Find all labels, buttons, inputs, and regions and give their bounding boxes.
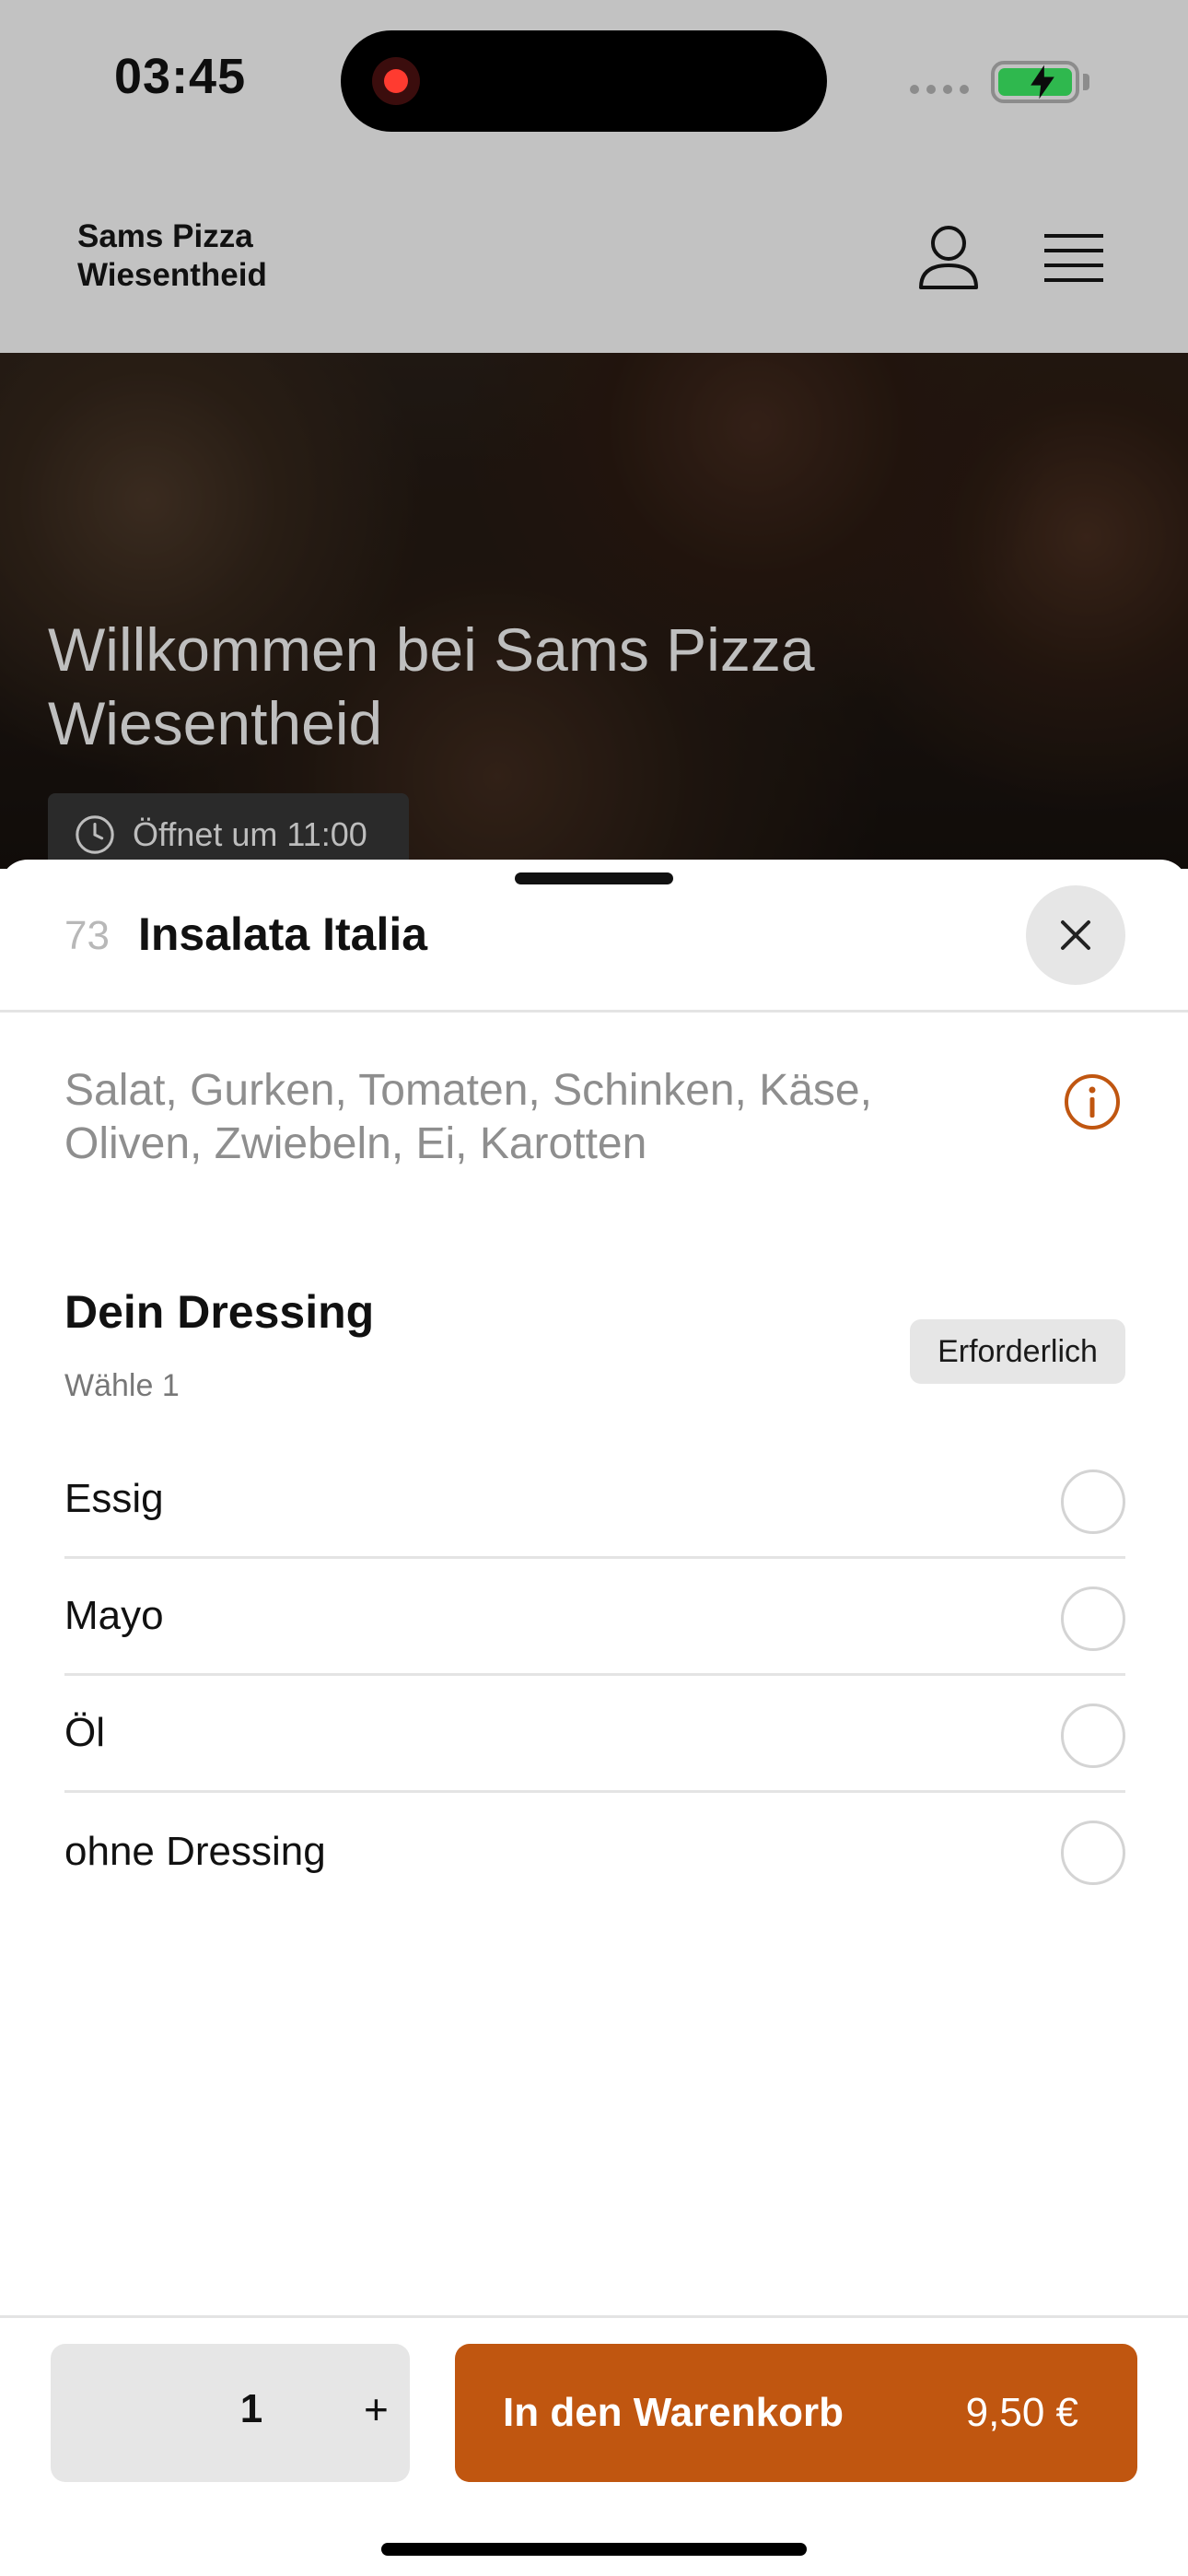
brand-line-2: Wiesentheid xyxy=(77,257,267,293)
required-badge: Erforderlich xyxy=(910,1319,1125,1384)
item-description: Salat, Gurken, Tomaten, Schinken, Käse, … xyxy=(64,1066,872,1168)
add-to-cart-button[interactable]: In den Warenkorb 9,50 € xyxy=(455,2344,1137,2482)
radio-button[interactable] xyxy=(1061,1821,1125,1885)
item-title: Insalata Italia xyxy=(138,908,428,960)
signal-icon xyxy=(910,85,969,94)
option-group-subtitle: Wähle 1 xyxy=(64,1368,180,1403)
battery-cap xyxy=(1083,74,1089,90)
info-icon[interactable] xyxy=(1064,1073,1121,1130)
status-time: 03:45 xyxy=(114,49,247,104)
option-essig[interactable]: Essig xyxy=(64,1442,1125,1559)
divider xyxy=(0,1010,1188,1013)
radio-button[interactable] xyxy=(1061,1469,1125,1534)
brand-name[interactable]: Sams Pizza Wiesentheid xyxy=(77,217,354,295)
price-label: 9,50 € xyxy=(965,2390,1078,2435)
option-mayo[interactable]: Mayo xyxy=(64,1559,1125,1676)
radio-button[interactable] xyxy=(1061,1704,1125,1768)
option-ohne-dressing[interactable]: ohne Dressing xyxy=(64,1793,1125,1910)
sheet-grabber[interactable] xyxy=(515,872,673,884)
option-group-title: Dein Dressing xyxy=(64,1286,375,1338)
close-button[interactable] xyxy=(1026,885,1125,985)
dynamic-island xyxy=(341,30,827,132)
hero-banner: Willkommen bei Sams Pizza Wiesentheid Öf… xyxy=(0,353,1188,876)
dressing-options: Essig Mayo Öl ohne Dressing xyxy=(64,1442,1125,1910)
radio-button[interactable] xyxy=(1061,1587,1125,1651)
option-oel[interactable]: Öl xyxy=(64,1676,1125,1793)
home-indicator[interactable] xyxy=(381,2543,807,2556)
user-icon[interactable] xyxy=(917,223,980,291)
hero-title: Willkommen bei Sams Pizza Wiesentheid xyxy=(48,615,815,757)
footer-divider xyxy=(0,2315,1188,2318)
add-to-cart-label: In den Warenkorb xyxy=(503,2390,844,2435)
option-label: Essig xyxy=(64,1476,164,1521)
clock-icon xyxy=(76,815,114,854)
opening-hours-text: Öffnet um 11:00 xyxy=(133,815,367,853)
option-label: Mayo xyxy=(64,1593,164,1638)
status-bar: 03:45 xyxy=(0,0,1188,166)
quantity-value: 1 xyxy=(239,2386,263,2431)
option-label: ohne Dressing xyxy=(64,1828,326,1874)
charging-bolt-icon xyxy=(1031,64,1054,100)
item-number: 73 xyxy=(64,913,110,958)
hero-dim-overlay xyxy=(0,353,1188,869)
quantity-stepper: 1 + xyxy=(51,2344,410,2482)
recording-indicator-icon xyxy=(372,57,420,105)
brand-line-1: Sams Pizza xyxy=(77,218,253,254)
quantity-plus-button[interactable]: + xyxy=(364,2384,389,2434)
app-header: Sams Pizza Wiesentheid xyxy=(0,166,1188,353)
menu-icon[interactable] xyxy=(1044,232,1103,284)
close-icon xyxy=(1061,920,1090,950)
option-label: Öl xyxy=(64,1710,105,1755)
battery-icon xyxy=(991,61,1079,103)
